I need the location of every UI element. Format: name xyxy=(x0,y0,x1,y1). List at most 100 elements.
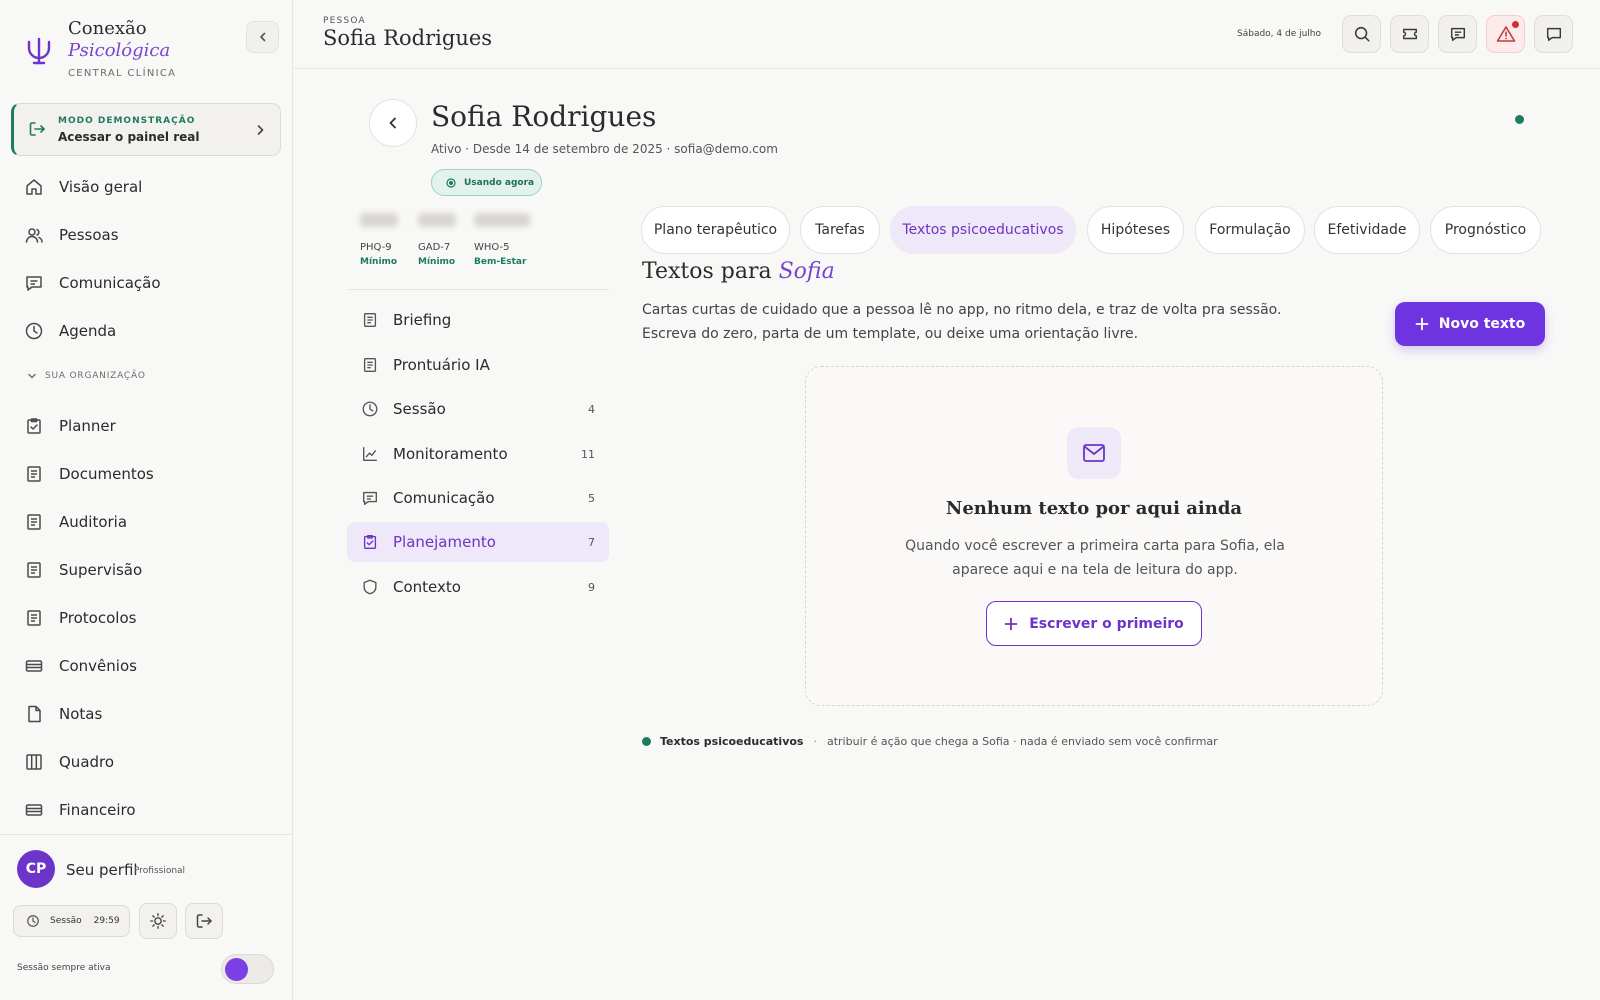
patient-nav-briefing[interactable]: Briefing xyxy=(347,300,609,340)
ticket-icon xyxy=(1401,25,1419,43)
chat-button[interactable] xyxy=(1534,15,1573,53)
alerts-button[interactable] xyxy=(1486,15,1525,53)
psi-logo-icon xyxy=(26,36,52,66)
chevron-left-icon xyxy=(386,116,400,130)
chat-icon xyxy=(1449,25,1467,43)
always-active-label: Sessão sempre ativa xyxy=(17,963,111,973)
shield-icon xyxy=(361,578,379,596)
back-button[interactable] xyxy=(369,99,417,147)
sidebar-footer: CP Seu perfil Profissional Sessão 29:59 … xyxy=(0,834,293,1000)
nav-item-agenda[interactable]: Agenda xyxy=(24,316,116,346)
nav-item-comunicacao[interactable]: Comunicação xyxy=(24,268,161,298)
session-timer[interactable]: Sessão 29:59 xyxy=(13,905,130,937)
patient-nav-monitoramento[interactable]: Monitoramento 11 xyxy=(347,434,609,474)
tab-plano-terapeutico[interactable]: Plano terapêutico xyxy=(641,206,790,254)
nav-item-quadro[interactable]: Quadro xyxy=(24,747,114,777)
clipboard-check-icon xyxy=(24,416,44,436)
chevron-right-icon xyxy=(254,123,266,137)
search-button[interactable] xyxy=(1342,15,1381,53)
org-section-toggle[interactable]: SUA ORGANIZAÇÃO xyxy=(27,371,146,381)
write-first-button-label: Escrever o primeiro xyxy=(1029,615,1184,632)
nav-item-label: Pessoas xyxy=(59,226,119,244)
breadcrumb: PESSOA xyxy=(323,16,366,26)
clipboard-check-icon xyxy=(361,533,379,551)
nav-item-financeiro[interactable]: Financeiro xyxy=(24,795,136,825)
plus-icon xyxy=(1415,317,1429,331)
clock-icon xyxy=(26,914,40,928)
patient-nav-label: Sessão xyxy=(393,400,446,418)
message-square-icon xyxy=(1545,25,1563,43)
current-date: Sábado, 4 de julho xyxy=(1237,29,1322,39)
write-first-button[interactable]: Escrever o primeiro xyxy=(986,601,1202,646)
messages-button[interactable] xyxy=(1438,15,1477,53)
scale-phq9[interactable]: PHQ-9 Mínimo xyxy=(360,213,410,267)
envelope-icon xyxy=(1082,443,1106,463)
chat-icon xyxy=(24,273,44,293)
footnote-dot xyxy=(642,737,651,746)
nav-item-auditoria[interactable]: Auditoria xyxy=(24,507,127,537)
tab-formulacao[interactable]: Formulação xyxy=(1195,206,1305,254)
scale-gad7[interactable]: GAD-7 Mínimo xyxy=(418,213,468,267)
section-title-name: Sofia xyxy=(778,259,835,284)
collapse-sidebar-button[interactable] xyxy=(246,21,279,53)
nav-item-label: Quadro xyxy=(59,753,115,771)
patient-nav-label: Contexto xyxy=(393,578,461,596)
clock-icon xyxy=(361,400,379,418)
patient-nav-planejamento[interactable]: Planejamento 7 xyxy=(347,522,609,562)
nav-item-label: Visão geral xyxy=(59,178,143,196)
chart-line-icon xyxy=(361,445,379,463)
sidebar: Conexão Psicológica CENTRAL CLÍNICA MODO… xyxy=(0,0,293,1000)
clock-icon xyxy=(24,321,44,341)
top-bar: PESSOA Sofia Rodrigues Sábado, 4 de julh… xyxy=(293,0,1600,69)
nav-item-planner[interactable]: Planner xyxy=(24,411,116,441)
patient-nav-count: 9 xyxy=(588,580,595,594)
scale-name: GAD-7 xyxy=(418,242,451,253)
scale-score-blurred xyxy=(360,213,398,227)
ticket-button[interactable] xyxy=(1390,15,1429,53)
profile-name[interactable]: Seu perfil xyxy=(66,861,138,879)
nav-item-label: Comunicação xyxy=(59,274,161,292)
scale-who5[interactable]: WHO-5 Bem-Estar xyxy=(474,213,544,267)
brand[interactable]: Conexão Psicológica CENTRAL CLÍNICA xyxy=(26,18,176,79)
new-text-button-label: Novo texto xyxy=(1438,316,1526,332)
patient-nav-label: Briefing xyxy=(393,311,452,329)
avatar[interactable]: CP xyxy=(17,850,55,888)
document-icon xyxy=(24,464,44,484)
new-text-button[interactable]: Novo texto xyxy=(1395,302,1545,346)
users-icon xyxy=(24,225,44,245)
org-section-label: SUA ORGANIZAÇÃO xyxy=(45,371,146,381)
nav-item-protocolos[interactable]: Protocolos xyxy=(24,603,136,633)
footnote-title: Textos psicoeducativos xyxy=(660,735,804,748)
nav-item-pessoas[interactable]: Pessoas xyxy=(24,220,119,250)
nav-item-convenios[interactable]: Convênios xyxy=(24,651,137,681)
footnote-separator: · xyxy=(813,735,817,748)
document-icon xyxy=(361,311,379,329)
patient-nav-comunicacao[interactable]: Comunicação 5 xyxy=(347,478,609,518)
patient-nav-contexto[interactable]: Contexto 9 xyxy=(347,567,609,607)
section-description: Cartas curtas de cuidado que a pessoa lê… xyxy=(642,298,1342,346)
always-active-toggle[interactable] xyxy=(221,954,274,984)
brand-subtitle: CENTRAL CLÍNICA xyxy=(68,68,177,79)
tab-prognostico[interactable]: Prognóstico xyxy=(1430,206,1541,254)
tab-hipoteses[interactable]: Hipóteses xyxy=(1087,206,1184,254)
card-icon xyxy=(24,656,44,676)
tab-efetividade[interactable]: Efetividade xyxy=(1314,206,1420,254)
toggle-knob xyxy=(225,958,248,981)
demo-mode-card[interactable]: MODO DEMONSTRAÇÃO Acessar o painel real xyxy=(11,103,281,156)
patient-nav-label: Prontuário IA xyxy=(393,356,490,374)
footnote: Textos psicoeducativos · atribuir é ação… xyxy=(642,735,1218,748)
nav-item-notas[interactable]: Notas xyxy=(24,699,102,729)
nav-item-visao-geral[interactable]: Visão geral xyxy=(24,172,142,202)
patient-name: Sofia Rodrigues xyxy=(431,100,657,133)
nav-item-documentos[interactable]: Documentos xyxy=(24,459,154,489)
nav-item-supervisao[interactable]: Supervisão xyxy=(24,555,142,585)
home-icon xyxy=(24,177,44,197)
patient-nav-sessao[interactable]: Sessão 4 xyxy=(347,389,609,429)
theme-toggle-button[interactable] xyxy=(139,903,177,939)
nav-item-label: Notas xyxy=(59,705,103,723)
logout-button[interactable] xyxy=(185,903,223,939)
tab-textos-psicoeducativos[interactable]: Textos psicoeducativos xyxy=(890,206,1076,254)
scale-name: WHO-5 xyxy=(474,242,510,253)
patient-nav-prontuario-ia[interactable]: Prontuário IA xyxy=(347,345,609,385)
tab-tarefas[interactable]: Tarefas xyxy=(800,206,880,254)
